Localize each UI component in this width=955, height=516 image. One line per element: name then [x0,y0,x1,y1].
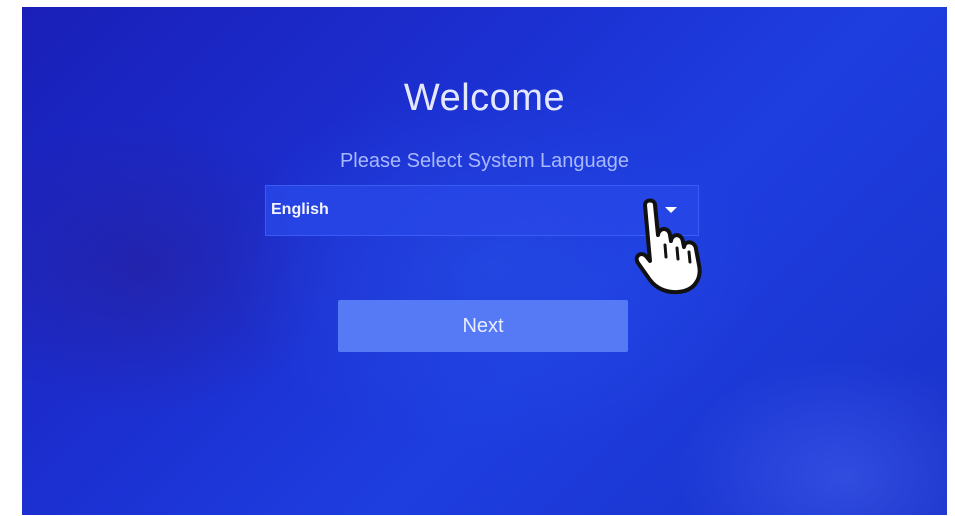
page-title: Welcome [403,77,566,119]
language-selected-value: English [271,201,329,218]
next-button[interactable]: Next [338,300,628,352]
setup-screen: Welcome Please Select System Language En… [22,7,947,515]
hand-pointer-icon [634,198,702,295]
language-prompt: Please Select System Language [339,150,630,172]
photo-frame: Welcome Please Select System Language En… [0,0,955,516]
